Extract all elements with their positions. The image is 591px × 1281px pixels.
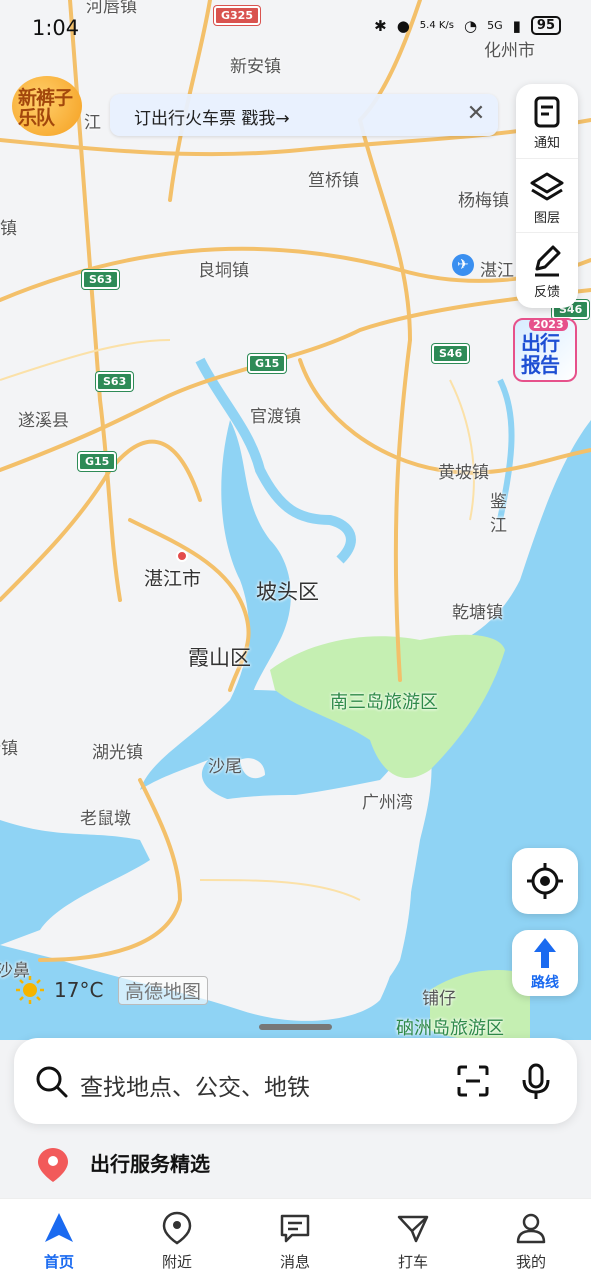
search-bar[interactable]: 查找地点、公交、地铁 [14, 1038, 577, 1124]
train-ticket-banner[interactable]: 订出行火车票 戳我→ ✕ [110, 94, 498, 136]
map-label-shawei: 沙尾 [208, 757, 242, 777]
map-label-suixi: 遂溪县 [18, 411, 69, 431]
service-section[interactable]: 出行服务精选 [0, 1126, 591, 1198]
map-label-potou: 坡头区 [256, 580, 319, 604]
layers-icon [530, 172, 564, 201]
map-label-laoshudun: 老鼠墩 [80, 809, 131, 829]
status-icons: ✱ ● 5.4 K/s ◔ 5G ▮ 95 [374, 16, 561, 35]
map-label-zhen-left: 镇 [0, 219, 17, 239]
microphone-icon[interactable] [520, 1062, 552, 1102]
map-canvas[interactable]: 河唇镇 化州市 新安镇 江 笪桥镇 杨梅镇 镇 良垌镇 ✈ 湛江 遂溪县 官渡镇… [0, 0, 591, 1060]
location-pin-icon [38, 1148, 68, 1182]
wifi-icon: ◔ [464, 16, 478, 35]
map-toolbar: 通知 图层 反馈 [516, 84, 578, 308]
map-label-zhuqiao: 笪桥镇 [308, 171, 359, 191]
band-logo[interactable]: 新裤子乐队 [12, 76, 82, 136]
feedback-button[interactable]: 反馈 [516, 232, 578, 307]
map-label-airport: 湛江 [480, 261, 514, 281]
map-label-huguang: 湖光镇 [92, 743, 143, 763]
home-nav-icon [45, 1213, 73, 1242]
taxi-icon [397, 1215, 429, 1243]
tab-label: 首页 [43, 1253, 74, 1271]
road-shield-g15: G15 [78, 452, 117, 471]
notification-label: 通知 [533, 136, 560, 151]
profile-icon [516, 1213, 546, 1244]
report-text: 出行报告 [521, 331, 560, 377]
map-label-jianjiang: 鉴江 [490, 492, 507, 536]
weather-widget[interactable]: 17°C [14, 974, 103, 1006]
notification-icon [534, 96, 560, 128]
road-shield-s63: S63 [96, 372, 134, 391]
map-label-guangzhouwan: 广州湾 [362, 793, 413, 813]
message-icon [280, 1214, 310, 1243]
map-label-puzai: 铺仔 [422, 989, 456, 1009]
tab-nearby[interactable]: 附近 [118, 1199, 236, 1281]
service-title: 出行服务精选 [90, 1152, 210, 1176]
tab-label: 我的 [515, 1253, 546, 1271]
land-area [155, 795, 412, 1002]
bluetooth-icon: ✱ [374, 16, 387, 35]
report-year: 2023 [529, 318, 568, 331]
road-shield-s63: S63 [82, 270, 120, 289]
tab-profile[interactable]: 我的 [472, 1199, 590, 1281]
tab-label: 附近 [161, 1253, 192, 1271]
road-shield-g15: G15 [248, 354, 287, 373]
sheet-handle[interactable] [259, 1024, 332, 1030]
map-label-guandu: 官渡镇 [250, 407, 301, 427]
map-label-huangpo: 黄坡镇 [438, 463, 489, 483]
weather-temp: 17°C [54, 978, 104, 1002]
search-input[interactable]: 查找地点、公交、地铁 [80, 1068, 310, 1102]
net-speed: 5.4 K/s [419, 19, 455, 31]
travel-report-badge[interactable]: 2023 出行报告 [513, 318, 577, 382]
river [195, 357, 356, 564]
status-bar: 1:04 ✱ ● 5.4 K/s ◔ 5G ▮ 95 [0, 0, 591, 58]
tab-label: 消息 [279, 1253, 310, 1271]
signal-label: 5G [487, 19, 503, 32]
sea-area [0, 820, 150, 945]
signal-icon: ▮ [512, 16, 521, 35]
location-icon: ● [396, 16, 410, 35]
airport-icon: ✈ [452, 254, 474, 276]
route-arrow-icon [534, 938, 556, 968]
bottom-tab-bar: 首页 附近 消息 打车 我的 [0, 1198, 591, 1281]
map-label-zhanjiang: 湛江市 [144, 568, 202, 590]
sun-icon [16, 976, 44, 1004]
search-icon [36, 1066, 68, 1098]
locate-button[interactable] [512, 848, 578, 914]
map-label-naozhou: 硇洲岛旅游区 [396, 1018, 504, 1039]
feedback-icon [535, 245, 561, 277]
map-label-xinzhen: 新镇 [0, 739, 18, 759]
banner-text[interactable]: 订出行火车票 戳我→ [134, 104, 290, 129]
locate-icon [527, 863, 563, 899]
route-label: 路线 [531, 975, 559, 991]
map-label-nansan: 南三岛旅游区 [330, 692, 438, 713]
road-shield-s46: S46 [432, 344, 470, 363]
notification-button[interactable]: 通知 [516, 84, 578, 158]
tab-messages[interactable]: 消息 [236, 1199, 354, 1281]
layers-label: 图层 [533, 211, 560, 226]
tab-home[interactable]: 首页 [0, 1199, 118, 1281]
status-time: 1:04 [32, 16, 80, 40]
scan-icon[interactable] [456, 1064, 490, 1098]
layers-button[interactable]: 图层 [516, 158, 578, 233]
tab-taxi[interactable]: 打车 [354, 1199, 472, 1281]
city-center-dot [176, 550, 188, 562]
battery-indicator: 95 [530, 16, 561, 35]
brand-watermark: 高德地图 [118, 976, 209, 1005]
map-label-xiashan: 霞山区 [188, 646, 251, 670]
route-button[interactable]: 路线 [512, 930, 578, 996]
map-label-jiang: 江 [84, 113, 101, 133]
feedback-label: 反馈 [533, 285, 560, 300]
map-label-qiantang: 乾塘镇 [452, 603, 503, 623]
map-label-lianghong: 良垌镇 [198, 261, 249, 281]
nearby-pin-icon [162, 1211, 192, 1245]
close-icon[interactable]: ✕ [462, 100, 490, 128]
tab-label: 打车 [397, 1253, 428, 1271]
map-label-yangmei: 杨梅镇 [458, 191, 509, 211]
